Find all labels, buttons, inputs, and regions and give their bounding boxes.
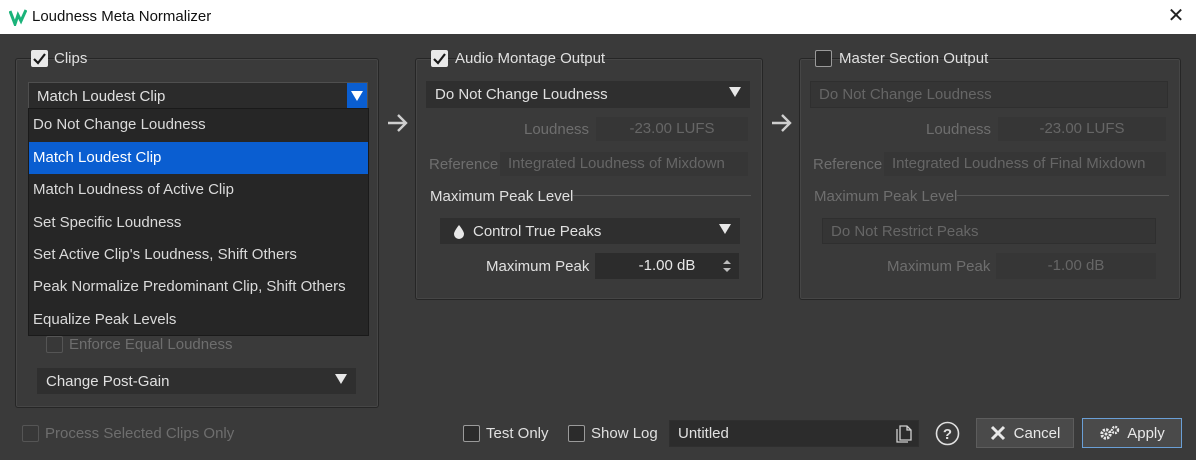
spin-arrows-icon[interactable] [722,258,732,274]
master-loudness-value: Do Not Change Loudness [819,86,992,103]
master-section-output-label: Master Section Output [839,50,989,67]
help-icon[interactable]: ? [935,421,960,446]
clips-label: Clips [54,50,88,67]
master-peak-value: Do Not Restrict Peaks [831,222,979,240]
test-only-checkbox[interactable] [463,425,480,442]
montage-loudness-label: Loudness [524,121,590,138]
dropdown-option[interactable]: Match Loudness of Active Clip [29,174,368,206]
master-loudness-combo[interactable]: Do Not Change Loudness [810,81,1168,108]
chevron-down-icon [719,224,731,234]
master-loudness-label: Loudness [926,121,992,138]
montage-max-peak-spinbox[interactable]: -1.00 dB [595,253,739,279]
apply-label: Apply [1127,424,1165,442]
chevron-down-icon [729,87,741,97]
dropdown-option[interactable]: Peak Normalize Predominant Clip, Shift O… [29,271,368,303]
master-reference-field[interactable]: Integrated Loudness of Final Mixdown [884,152,1166,176]
gain-mode-combo[interactable]: Change Post-Gain [37,368,356,394]
title-bar: Loudness Meta Normalizer ✕ [0,0,1196,34]
montage-peak-section-label: Maximum Peak Level [430,188,574,205]
apply-button[interactable]: Apply [1082,418,1182,448]
audio-montage-output-label: Audio Montage Output [455,50,606,67]
master-max-peak-label: Maximum Peak [887,258,991,275]
montage-max-peak-value: -1.00 dB [638,257,696,274]
dropdown-option[interactable]: Set Active Clip's Loudness, Shift Others [29,239,368,271]
show-log-label: Show Log [591,425,658,442]
show-log-checkbox[interactable] [568,425,585,442]
master-peak-combo[interactable]: Do Not Restrict Peaks [822,218,1156,244]
master-reference-value: Integrated Loudness of Final Mixdown [892,155,1146,172]
master-loudness-field[interactable]: -23.00 LUFS [998,117,1166,141]
close-icon[interactable]: ✕ [1166,5,1186,27]
clips-checkbox[interactable] [31,50,48,67]
process-selected-clips-checkbox[interactable] [22,425,39,442]
master-peak-separator [957,195,1169,196]
drop-icon [454,224,464,239]
montage-reference-field[interactable]: Integrated Loudness of Mixdown [500,152,748,176]
log-name-value: Untitled [678,425,729,442]
dropdown-option[interactable]: Set Specific Loudness [29,207,368,239]
master-peak-section-label: Maximum Peak Level [814,188,958,205]
log-name-input[interactable]: Untitled [669,420,919,447]
montage-loudness-combo[interactable]: Do Not Change Loudness [426,81,750,108]
audio-montage-output-checkbox[interactable] [431,50,448,67]
montage-max-peak-label: Maximum Peak [486,258,590,275]
montage-peak-value: Control True Peaks [473,222,602,240]
montage-peak-separator [573,195,751,196]
gain-mode-value: Change Post-Gain [46,372,170,390]
clips-mode-dropdown-list: Do Not Change Loudness Match Loudest Cli… [28,108,369,336]
clips-mode-value: Match Loudest Clip [37,87,166,105]
arrow-right-icon [772,114,792,132]
enforce-equal-loudness-label: Enforce Equal Loudness [69,336,233,353]
dropdown-option-selected[interactable]: Match Loudest Clip [29,142,368,174]
master-reference-label: Reference [813,156,883,173]
montage-loudness-field[interactable]: -23.00 LUFS [596,117,748,141]
chevron-down-icon[interactable] [347,83,367,109]
montage-loudness-value: Do Not Change Loudness [435,86,608,103]
cancel-button[interactable]: Cancel [976,418,1074,448]
cancel-label: Cancel [1013,424,1061,442]
montage-reference-label: Reference [429,156,499,173]
montage-reference-value: Integrated Loudness of Mixdown [508,155,725,172]
master-max-peak-field[interactable]: -1.00 dB [996,253,1156,279]
dropdown-option[interactable]: Do Not Change Loudness [29,109,368,141]
montage-peak-combo[interactable]: Control True Peaks [440,218,740,244]
document-icon[interactable] [896,425,912,443]
window-title: Loudness Meta Normalizer [32,8,212,25]
test-only-label: Test Only [486,425,549,442]
arrow-right-icon [388,114,408,132]
master-section-output-checkbox[interactable] [815,50,832,67]
gears-icon [1100,425,1120,440]
app-logo-icon [9,9,27,26]
svg-text:?: ? [943,426,952,443]
chevron-down-icon [335,374,347,384]
clips-mode-combo[interactable]: Match Loudest Clip [28,82,368,110]
process-selected-clips-label: Process Selected Clips Only [45,425,235,442]
enforce-equal-loudness-checkbox[interactable] [46,336,63,353]
dropdown-option[interactable]: Equalize Peak Levels [29,304,368,336]
x-icon [990,425,1005,441]
